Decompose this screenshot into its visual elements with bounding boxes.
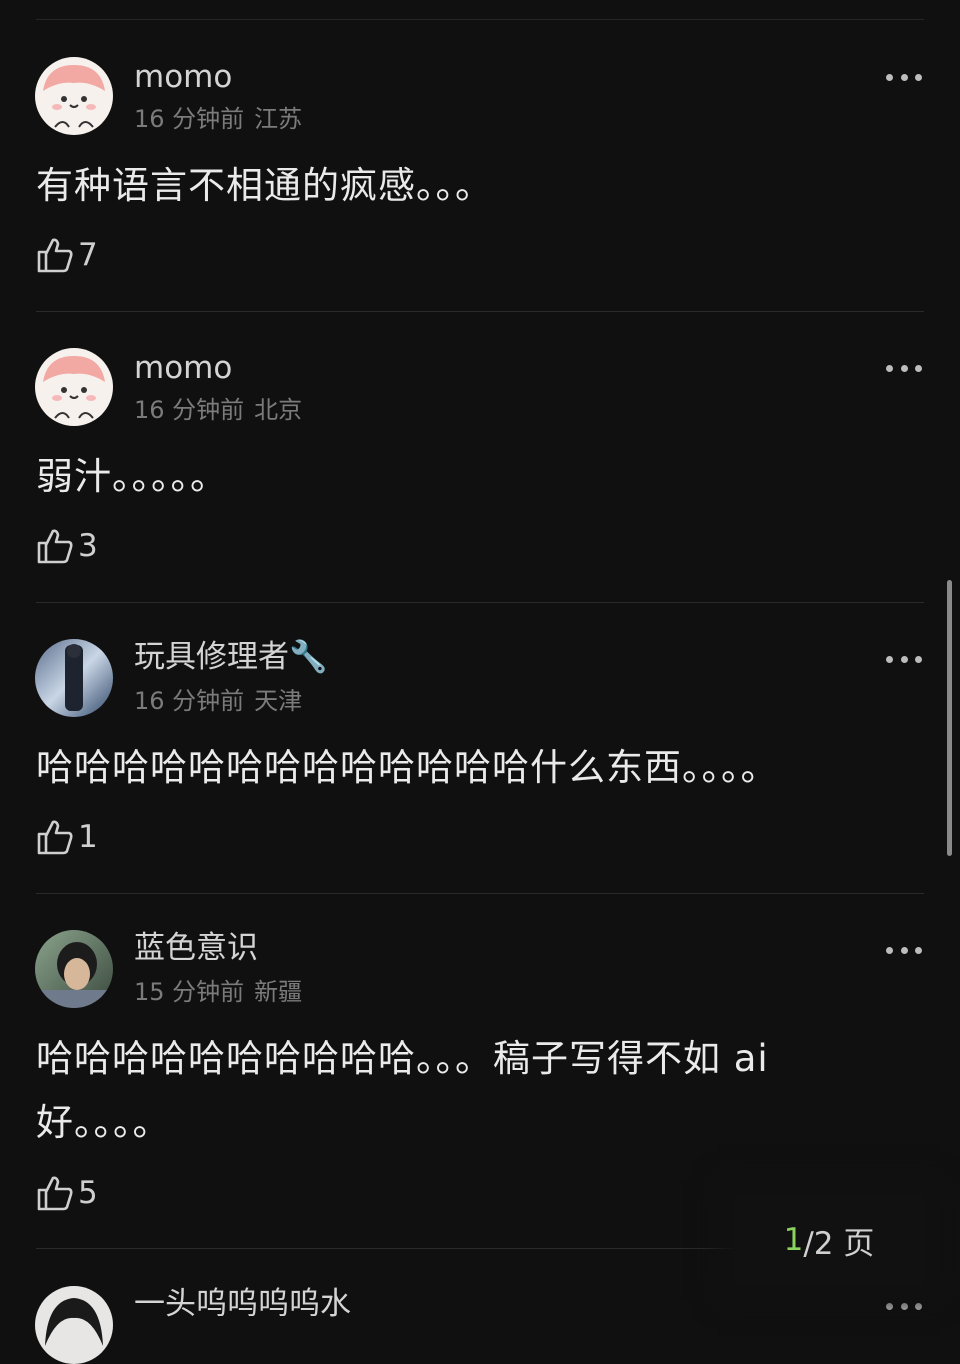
thumbs-up-icon [37,1176,73,1211]
comment-meta: 16 分钟前 江苏 [134,107,302,131]
like-button[interactable]: 7 [36,235,98,275]
comment-meta: 16 分钟前 北京 [134,398,302,422]
timestamp: 16 分钟前 [134,105,245,133]
cartoon-avatar-icon [35,57,113,135]
comment-meta: 15 分钟前 新疆 [134,980,302,1004]
timestamp: 15 分钟前 [134,978,245,1006]
username[interactable]: momo [134,353,232,384]
like-button[interactable]: 5 [36,1173,98,1213]
photo-avatar-icon [35,930,113,1008]
cartoon-avatar-icon [35,348,113,426]
comment-text: 有种语言不相通的疯感。。。 [36,164,493,207]
like-count: 3 [78,528,98,564]
avatar[interactable] [35,348,113,426]
top-divider [36,19,924,20]
page-total: /2 页 [803,1225,875,1262]
more-options-icon[interactable] [886,1300,922,1312]
like-button[interactable]: 1 [36,817,98,857]
more-options-icon[interactable] [886,653,922,665]
comment-text: 哈哈哈哈哈哈哈哈哈哈哈哈哈什么东西。。。。 [36,746,779,789]
username[interactable]: 玩具修理者🔧 [134,642,328,673]
like-button[interactable]: 3 [36,526,98,566]
timestamp: 16 分钟前 [134,687,245,715]
username[interactable]: 蓝色意识 [134,933,258,964]
thumbs-up-icon [37,238,73,273]
location: 江苏 [254,105,303,133]
username[interactable]: 一头呜呜呜呜水 [134,1289,351,1320]
avatar[interactable] [35,1286,113,1364]
like-count: 5 [78,1175,98,1211]
comment-meta: 16 分钟前 天津 [134,689,302,713]
page-indicator[interactable]: 1/2 页 [734,1196,924,1284]
more-options-icon[interactable] [886,71,922,83]
thumbs-up-icon [37,529,73,564]
location: 天津 [254,687,303,715]
avatar[interactable] [35,639,113,717]
divider [36,602,924,603]
like-count: 1 [78,819,98,855]
username[interactable]: momo [134,62,232,93]
divider [36,893,924,894]
current-page: 1 [783,1222,804,1258]
location: 北京 [254,396,303,424]
more-options-icon[interactable] [886,362,922,374]
photo-avatar-icon [35,639,113,717]
thumbs-up-icon [37,820,73,855]
divider [36,311,924,312]
avatar[interactable] [35,930,113,1008]
timestamp: 16 分钟前 [134,396,245,424]
scrollbar[interactable] [947,580,952,856]
anime-avatar-icon [35,1286,113,1364]
location: 新疆 [254,978,303,1006]
more-options-icon[interactable] [886,944,922,956]
like-count: 7 [78,237,98,273]
comment-text: 弱汁。。。。。 [36,455,228,498]
comment-text: 哈哈哈哈哈哈哈哈哈哈。。。稿子写得不如 ai 好。。。。 [36,1037,769,1144]
avatar[interactable] [35,57,113,135]
